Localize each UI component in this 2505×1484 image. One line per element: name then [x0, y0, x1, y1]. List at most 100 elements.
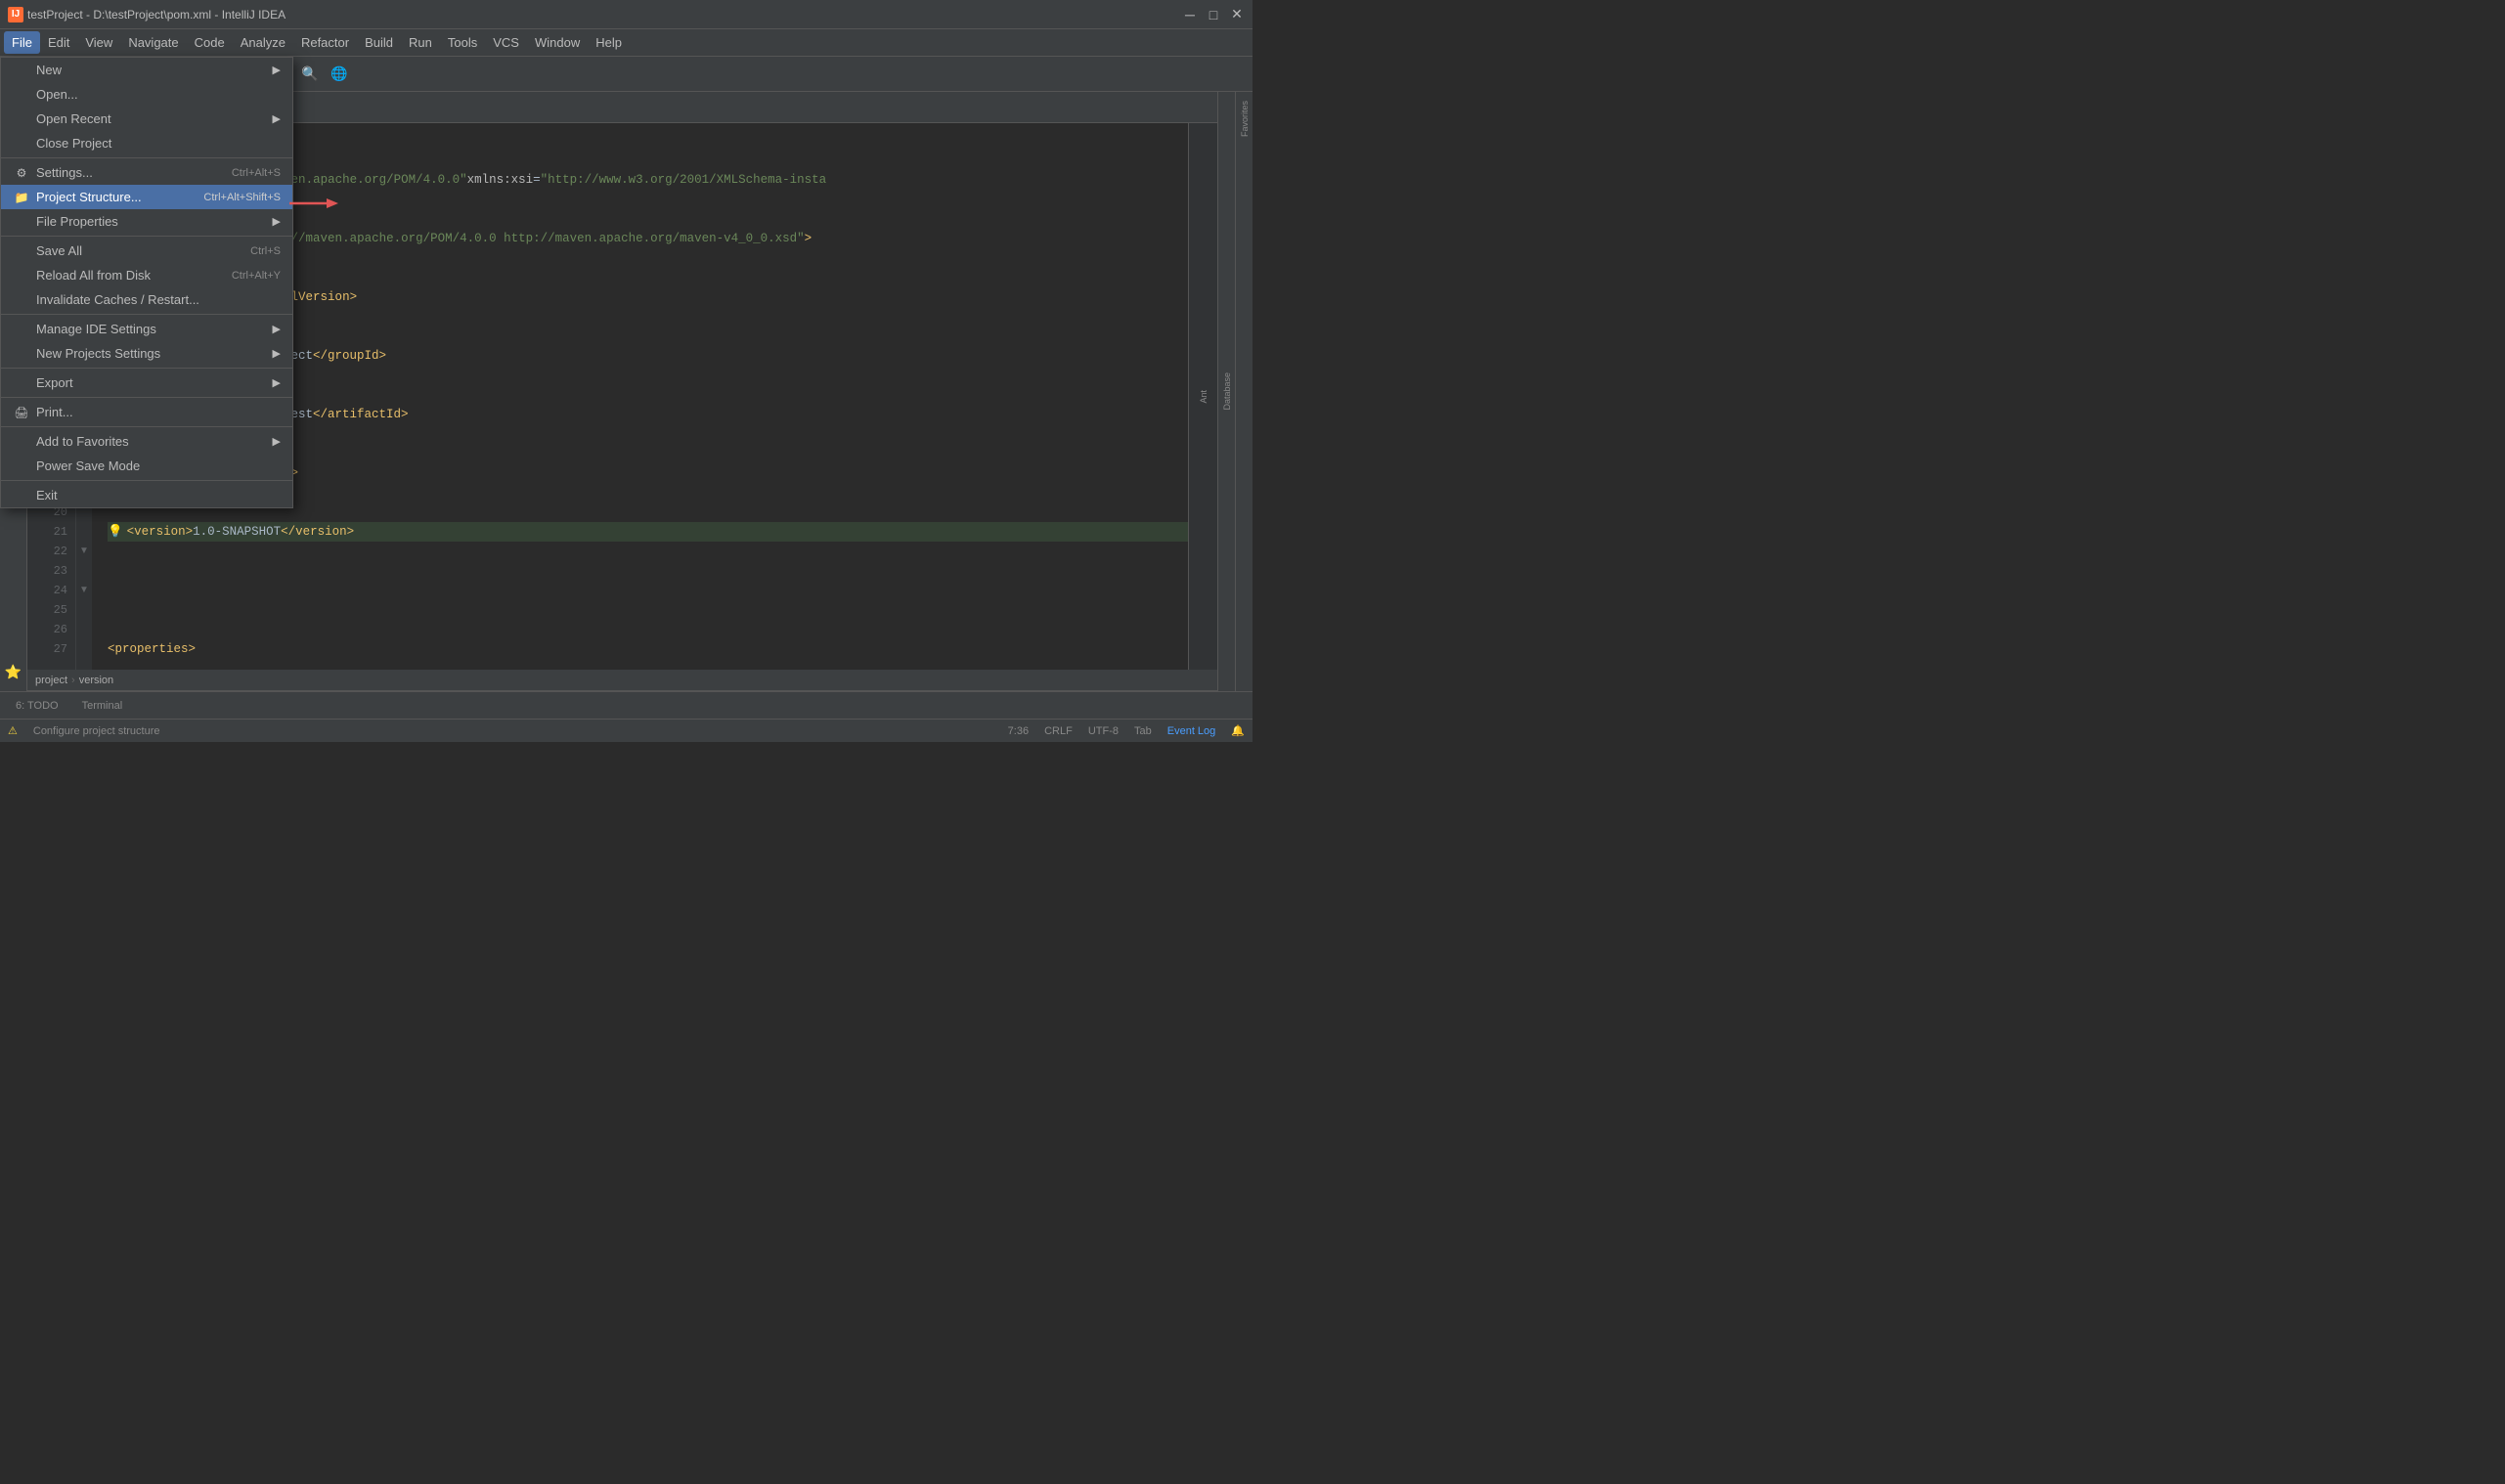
line-22: 22: [27, 542, 75, 561]
menu-new[interactable]: New ▶: [1, 58, 292, 82]
line-24: 24: [27, 581, 75, 600]
indent-text[interactable]: Tab: [1134, 725, 1152, 737]
menu-sep-2: [1, 236, 292, 237]
menu-proj-shortcut: Ctrl+Alt+Shift+S: [203, 192, 281, 203]
fold-27: [76, 639, 92, 659]
menu-export-arrow: ▶: [273, 376, 281, 389]
minimize-button[interactable]: ─: [1182, 7, 1198, 22]
menu-item-run[interactable]: Run: [401, 31, 440, 54]
breadcrumb-version[interactable]: version: [79, 675, 113, 686]
code-line-9: <properties>: [108, 639, 1188, 659]
menu-item-view[interactable]: View: [77, 31, 120, 54]
ant-sidebar[interactable]: Ant: [1197, 386, 1210, 408]
configure-icon: ⚠: [8, 724, 18, 737]
menu-sep-4: [1, 368, 292, 369]
title-bar: IJ testProject - D:\testProject\pom.xml …: [0, 0, 1252, 29]
menu-print[interactable]: 🖨 Print...: [1, 400, 292, 424]
fold-24-btn[interactable]: ▼: [76, 581, 92, 600]
todo-tab[interactable]: 6: TODO: [8, 698, 66, 714]
status-bar: ⚠ Configure project structure 7:36 CRLF …: [0, 719, 1252, 742]
title-bar-controls: ─ □ ✕: [1182, 7, 1245, 22]
terminal-tab[interactable]: Terminal: [74, 698, 131, 714]
menu-item-help[interactable]: Help: [588, 31, 630, 54]
menu-item-vcs[interactable]: VCS: [485, 31, 527, 54]
menu-sep-7: [1, 480, 292, 481]
toolbar-translate-btn[interactable]: 🌐: [327, 62, 352, 87]
breadcrumb-bar: project › version: [27, 670, 1217, 691]
menu-file-props-arrow: ▶: [273, 215, 281, 228]
toolbar-search-btn[interactable]: 🔍: [297, 62, 323, 87]
menu-close-project[interactable]: Close Project: [1, 131, 292, 155]
code-line-8: [108, 581, 1188, 600]
menu-item-file[interactable]: File: [4, 31, 40, 54]
menu-reload[interactable]: Reload All from Disk Ctrl+Alt+Y: [1, 263, 292, 287]
menu-new-arrow: ▶: [273, 64, 281, 76]
fold-21: [76, 522, 92, 542]
menu-open[interactable]: Open...: [1, 82, 292, 107]
fold-25: [76, 600, 92, 620]
menu-item-tools[interactable]: Tools: [440, 31, 485, 54]
crlf-text[interactable]: CRLF: [1044, 725, 1073, 737]
menu-settings[interactable]: ⚙ Settings... Ctrl+Alt+S: [1, 160, 292, 185]
menu-item-build[interactable]: Build: [357, 31, 401, 54]
menu-sep-5: [1, 397, 292, 398]
menu-new-projects-settings[interactable]: New Projects Settings ▶: [1, 341, 292, 366]
breadcrumb-project[interactable]: project: [35, 675, 67, 686]
menu-item-refactor[interactable]: Refactor: [293, 31, 357, 54]
position-text: 7:36: [1008, 725, 1029, 737]
title-bar-text: testProject - D:\testProject\pom.xml - I…: [27, 8, 286, 22]
menu-save-shortcut: Ctrl+S: [250, 245, 281, 257]
menu-settings-icon: ⚙: [13, 166, 30, 180]
menu-bar: File Edit View Navigate Code Analyze Ref…: [0, 29, 1252, 57]
menu-proj-icon: 📁: [13, 191, 30, 204]
menu-sep-6: [1, 426, 292, 427]
menu-new-proj-arrow: ▶: [273, 347, 281, 360]
line-26: 26: [27, 620, 75, 639]
menu-settings-shortcut: Ctrl+Alt+S: [232, 167, 281, 179]
menu-print-icon: 🖨: [13, 406, 30, 419]
menu-file-properties[interactable]: File Properties ▶: [1, 209, 292, 234]
notification-icon: 🔔: [1231, 724, 1245, 737]
app-icon: IJ: [8, 7, 23, 22]
encoding-text[interactable]: UTF-8: [1088, 725, 1119, 737]
menu-add-favorites[interactable]: Add to Favorites ▶: [1, 429, 292, 454]
breadcrumb-sep: ›: [71, 675, 75, 686]
menu-item-analyze[interactable]: Analyze: [233, 31, 293, 54]
menu-project-structure[interactable]: 📁 Project Structure... Ctrl+Alt+Shift+S: [1, 185, 292, 209]
menu-power-save[interactable]: Power Save Mode: [1, 454, 292, 478]
file-menu-dropdown: New ▶ Open... Open Recent ▶ Close Projec…: [0, 57, 293, 508]
menu-save-all[interactable]: Save All Ctrl+S: [1, 239, 292, 263]
database-sidebar[interactable]: Database: [1222, 372, 1232, 411]
status-right: 7:36 CRLF UTF-8 Tab Event Log 🔔: [1008, 724, 1245, 737]
arrow-indicator: [289, 196, 338, 211]
menu-export[interactable]: Export ▶: [1, 371, 292, 395]
fold-26: [76, 620, 92, 639]
sidebar-bookmark-icon[interactable]: ⭐: [2, 660, 25, 683]
menu-manage-arrow: ▶: [273, 323, 281, 335]
maximize-button[interactable]: □: [1206, 7, 1221, 22]
menu-sep-1: [1, 157, 292, 158]
menu-manage-ide[interactable]: Manage IDE Settings ▶: [1, 317, 292, 341]
configure-text[interactable]: Configure project structure: [33, 725, 160, 737]
favorites-sidebar-label[interactable]: Favorites: [1240, 101, 1250, 137]
menu-open-recent[interactable]: Open Recent ▶: [1, 107, 292, 131]
menu-item-window[interactable]: Window: [527, 31, 588, 54]
menu-sep-3: [1, 314, 292, 315]
menu-recent-arrow: ▶: [273, 112, 281, 125]
menu-fav-arrow: ▶: [273, 435, 281, 448]
event-log-text[interactable]: Event Log: [1167, 725, 1216, 737]
bottom-tabs: 6: TODO Terminal: [0, 691, 1252, 719]
menu-item-edit[interactable]: Edit: [40, 31, 77, 54]
fold-22-btn[interactable]: ▼: [76, 542, 92, 561]
menu-invalidate[interactable]: Invalidate Caches / Restart...: [1, 287, 292, 312]
close-button[interactable]: ✕: [1229, 7, 1245, 22]
fold-23: [76, 561, 92, 581]
file-menu: New ▶ Open... Open Recent ▶ Close Projec…: [0, 57, 293, 508]
menu-exit[interactable]: Exit: [1, 483, 292, 507]
line-21: 21: [27, 522, 75, 542]
menu-reload-shortcut: Ctrl+Alt+Y: [232, 270, 281, 282]
menu-item-navigate[interactable]: Navigate: [120, 31, 186, 54]
line-27: 27: [27, 639, 75, 659]
menu-item-code[interactable]: Code: [187, 31, 233, 54]
red-arrow-svg: [289, 196, 338, 211]
